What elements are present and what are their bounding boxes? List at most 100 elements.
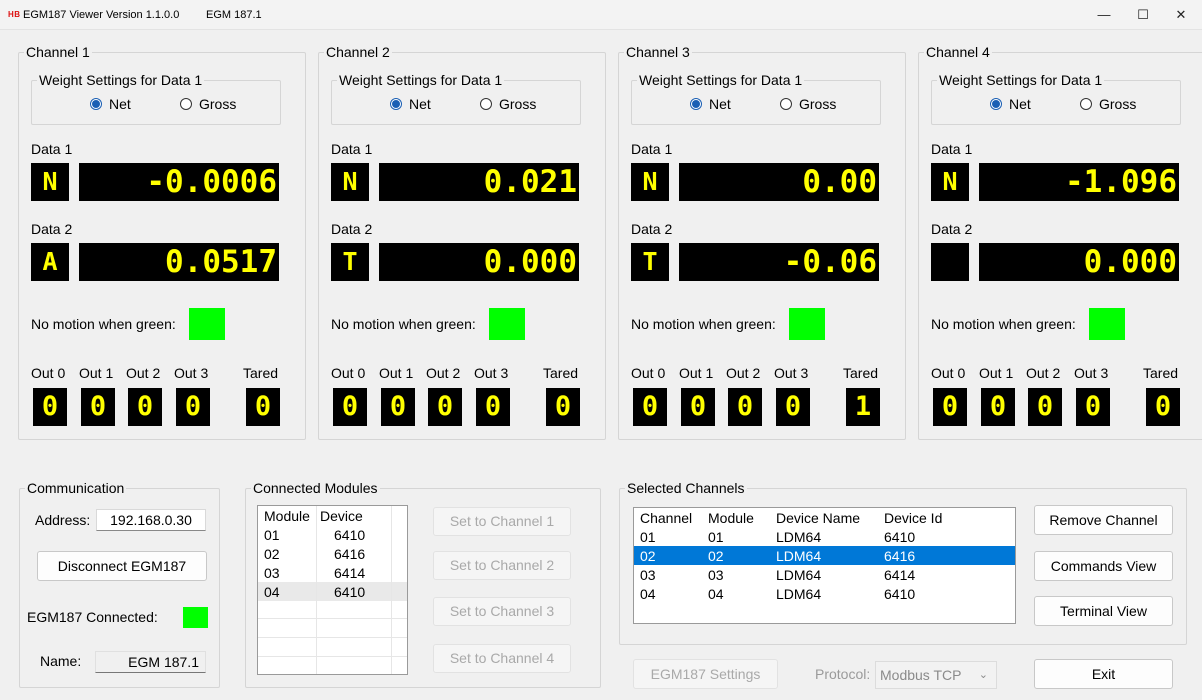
module-cell: 03 [264,564,280,581]
out-2-label: Out 2 [126,365,161,381]
remove-channel-button[interactable]: Remove Channel [1034,505,1173,535]
egm187-settings-button[interactable]: EGM187 Settings [633,659,778,689]
protocol-label: Protocol: [815,666,871,682]
out-0-display: 0 [33,388,67,426]
tared-display: 0 [1146,388,1180,426]
column-header-module[interactable]: Module [258,506,314,525]
out-1-label: Out 1 [79,365,114,381]
protocol-select[interactable]: Modbus TCP ⌄ [875,661,997,689]
data1-value-display: 0.021 [379,163,579,201]
tared-display: 0 [246,388,280,426]
weight-settings-group: Weight Settings for Data 1 [931,72,1181,125]
data2-value-display: 0.000 [379,243,579,281]
table-row[interactable]: 02 02 LDM64 6416 [634,546,1015,565]
out-3-label: Out 3 [1074,365,1109,381]
device-id-cell: 6416 [878,546,1015,565]
table-row[interactable]: 01 01 LDM64 6410 [634,527,1015,546]
table-row[interactable]: 02 6416 [258,544,407,563]
terminal-view-button[interactable]: Terminal View [1034,596,1173,626]
out-2-display: 0 [128,388,162,426]
out-3-display: 0 [776,388,810,426]
out-3-display: 0 [176,388,210,426]
gross-radio[interactable]: Gross [180,96,236,112]
channel-cell: 03 [640,566,656,583]
gross-radio[interactable]: Gross [780,96,836,112]
out-0-label: Out 0 [331,365,366,381]
data1-value-display: -1.096 [979,163,1179,201]
modules-list[interactable]: Module Device 01 6410 02 6416 03 6414 04 6410 [257,505,408,675]
module-cell: 01 [264,526,280,543]
net-label: Net [409,96,431,112]
window-title: EGM187 Viewer Version 1.1.0.0 [23,9,180,21]
maximize-button[interactable]: ☐ [1124,0,1162,30]
out-3-label: Out 3 [474,365,509,381]
column-header-channel[interactable]: Channel [634,508,702,527]
radio-indicator [480,98,492,110]
weight-settings-group: Weight Settings for Data 1 [31,72,281,125]
data1-status-display: N [931,163,969,201]
out-0-display: 0 [933,388,967,426]
set-channel-2-button[interactable]: Set to Channel 2 [433,551,571,580]
device-cell: 6416 [334,545,366,562]
weight-settings-title: Weight Settings for Data 1 [639,72,803,88]
data1-value-display: 0.00 [679,163,879,201]
motion-indicator [489,308,525,340]
protocol-value: Modbus TCP [880,667,962,683]
out-1-display: 0 [981,388,1015,426]
selected-channels-title: Selected Channels [627,480,745,496]
net-radio[interactable]: Net [690,96,731,112]
column-header-device-name[interactable]: Device Name [770,508,878,527]
table-row[interactable]: 04 6410 [258,582,407,601]
table-row[interactable]: 01 6410 [258,525,407,544]
module-cell: 04 [708,585,724,602]
selected-channels-list[interactable]: Channel Module Device Name Device Id 01 0… [633,507,1016,624]
tared-label: Tared [243,365,279,381]
data2-value-display: 0.000 [979,243,1179,281]
address-input[interactable]: 192.168.0.30 [96,509,206,531]
set-channel-1-button[interactable]: Set to Channel 1 [433,507,571,536]
set-channel-3-button[interactable]: Set to Channel 3 [433,597,571,626]
communication-title: Communication [27,480,125,496]
data2-status-display [931,243,969,281]
address-label: Address: [35,512,91,528]
chevron-down-icon: ⌄ [978,669,988,681]
table-row[interactable]: 03 03 LDM64 6414 [634,565,1015,584]
column-header-device[interactable]: Device [314,506,407,525]
disconnect-button[interactable]: Disconnect EGM187 [37,551,207,581]
row-divider [258,656,407,657]
device-cell: 6410 [314,582,407,601]
out-2-display: 0 [428,388,462,426]
title-bar: HB EGM187 Viewer Version 1.1.0.0 EGM 187… [0,0,1202,30]
weight-settings-title: Weight Settings for Data 1 [39,72,203,88]
connected-indicator [183,607,208,628]
gross-radio[interactable]: Gross [1080,96,1136,112]
data2-value-display: 0.0517 [79,243,279,281]
column-header-module[interactable]: Module [702,508,770,527]
weight-settings-title: Weight Settings for Data 1 [939,72,1103,88]
data2-label: Data 2 [931,221,973,237]
column-header-device-id[interactable]: Device Id [878,508,1015,527]
out-3-label: Out 3 [774,365,809,381]
minimize-button[interactable]: — [1085,0,1123,30]
net-radio[interactable]: Net [990,96,1031,112]
net-radio[interactable]: Net [90,96,131,112]
window-subtitle: EGM 187.1 [206,9,262,21]
name-label: Name: [40,653,82,669]
table-row[interactable]: 03 6414 [258,563,407,582]
data1-value-display: -0.0006 [79,163,279,201]
radio-indicator [990,98,1002,110]
out-0-label: Out 0 [931,365,966,381]
close-button[interactable]: ✕ [1162,0,1200,30]
table-row[interactable]: 04 04 LDM64 6410 [634,584,1015,603]
data1-status-display: N [631,163,669,201]
motion-label: No motion when green: [31,316,176,332]
net-radio[interactable]: Net [390,96,431,112]
out-2-label: Out 2 [1026,365,1061,381]
data2-status-display: A [31,243,69,281]
device-name-cell: LDM64 [776,585,822,602]
out-0-label: Out 0 [631,365,666,381]
commands-view-button[interactable]: Commands View [1034,551,1173,581]
exit-button[interactable]: Exit [1034,659,1173,689]
set-channel-4-button[interactable]: Set to Channel 4 [433,644,571,673]
gross-radio[interactable]: Gross [480,96,536,112]
